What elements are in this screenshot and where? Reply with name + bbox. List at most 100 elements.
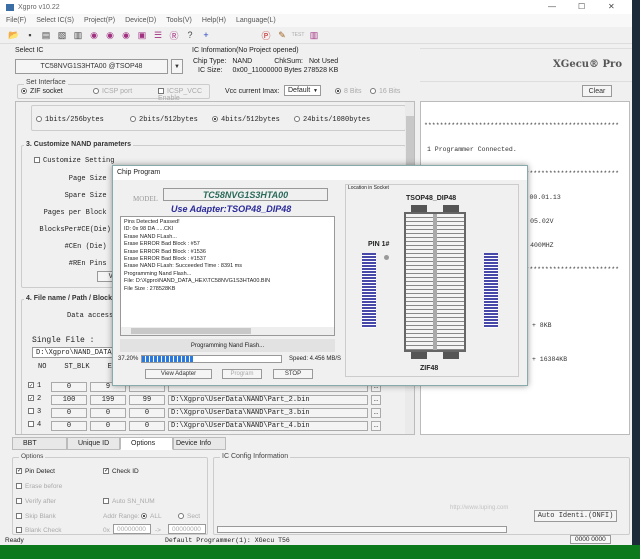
file-row: 3 0 0 0 D:\Xgpro\UserData\NAND\Part_3.bin… [28,408,381,418]
row-st-blk[interactable]: 0 [51,434,87,435]
menu-bar: File(F) Select IC(S) Project(P) Device(D… [0,14,632,27]
blank-check-icon[interactable]: ☰ [152,29,164,41]
ecc-group: 1bits/256bytes 2bits/512bytes 4bits/512b… [31,105,406,131]
browse-button[interactable]: … [371,434,381,435]
maximize-icon[interactable]: ☐ [578,2,585,11]
row-checkbox[interactable]: 4 [28,421,48,431]
dialog-log-line: File: D:\Xgpro\NAND_DATA_HEX\TC58NVG1S3H… [124,278,271,285]
erase-icon[interactable]: ▣ [136,29,148,41]
logic-test-icon[interactable]: ▥ [308,29,320,41]
row-path[interactable]: D:\Xgpro\UserData\NAND\Part_4.bin [168,421,368,431]
chip-info-icon[interactable]: ▥ [72,29,84,41]
select-ic-dropdown[interactable]: ▼ [171,59,183,74]
menu-file[interactable]: File(F) [6,17,26,24]
tab-bbt[interactable]: BBT [12,437,67,450]
browse-button[interactable]: … [371,408,381,418]
menu-device[interactable]: Device(D) [125,17,156,24]
ecc-option-2[interactable]: 2bits/512bytes [130,116,198,124]
view-adapter-button[interactable]: View Adapter [145,369,212,379]
tab-device-info[interactable]: Device Info [173,437,226,450]
save-project-icon[interactable]: ▧ [56,29,68,41]
verify-after-checkbox[interactable]: Verify after [16,498,56,505]
minimize-icon[interactable]: — [548,2,556,11]
select-ic-field[interactable]: TC58NVG1S3HTA00 @TSOP48 [15,59,168,74]
row-end-blk[interactable]: 0 [90,421,126,431]
title-bar: Xgpro v10.22 — ☐ ✕ [0,0,632,14]
8bits-radio[interactable]: 8 Bits [335,88,362,95]
clear-button[interactable]: Clear [582,85,612,97]
help-icon[interactable]: ? [184,29,196,41]
auto-identify-button[interactable]: Auto Identi.(ONFI) [534,510,617,522]
verify-icon[interactable]: ◉ [104,29,116,41]
row-st-blk[interactable]: 0 [51,421,87,431]
read-icon[interactable]: ◉ [88,29,100,41]
ecc-option-1[interactable]: 1bits/256bytes [36,116,104,124]
menu-project[interactable]: Project(P) [84,17,115,24]
row-end-blk[interactable]: 199 [90,395,126,405]
zif-socket-radio[interactable]: ZIF socket [21,88,63,95]
program-icon[interactable]: ◉ [120,29,132,41]
ecc-option-4[interactable]: 24bits/1080bytes [294,116,370,124]
row-end-blk[interactable]: 0 [90,434,126,435]
edit-icon[interactable]: ✎ [276,29,288,41]
stop-button[interactable]: STOP [273,369,313,379]
auto-icon[interactable]: Ⓡ [168,29,180,41]
browse-button[interactable]: … [371,421,381,431]
menu-help[interactable]: Help(H) [202,17,226,24]
customize-checkbox[interactable]: Customize Setting [34,157,114,165]
tab-options[interactable]: Options [120,437,173,450]
row-path[interactable]: D:\Xgpro\UserData\NAND\Part_2.bin [168,395,368,405]
icsp-vcc-checkbox[interactable]: ICSP_VCC Enable [158,88,209,102]
row-count[interactable]: 0 [129,434,165,435]
16bits-radio[interactable]: 16 Bits [370,88,400,95]
ecc-option-3[interactable]: 4bits/512bytes [212,116,280,124]
auto-sn-checkbox[interactable]: Auto SN_NUM [103,498,155,505]
icsp-port-radio[interactable]: ICSP port [93,88,132,95]
row-end-blk[interactable]: 0 [90,408,126,418]
pin-detect-checkbox[interactable]: ✓ Pin Detect [16,468,55,475]
save-icon[interactable]: ▪ [24,29,36,41]
blank-check-checkbox[interactable]: Blank Check [16,527,62,534]
test-icon[interactable]: TEST [292,29,305,41]
log-hscrollbar[interactable] [121,327,334,335]
program-button[interactable]: Program [222,369,262,379]
menu-language[interactable]: Language(L) [236,17,276,24]
addr-all-radio[interactable]: ALL [141,513,162,520]
row-checkbox[interactable]: ✓ 1 [28,382,48,392]
xgecu-logo: XGecu® Pro [553,59,622,70]
add-icon[interactable]: + [200,29,212,41]
addr-sect-radio[interactable]: Sect [178,513,200,520]
menu-select-ic[interactable]: Select IC(S) [36,17,74,24]
row-checkbox[interactable]: 3 [28,408,48,418]
row-path[interactable]: D:\Xgpro\UserData\NAND\Part_3.bin [168,408,368,418]
protect-icon[interactable]: Ⓟ [260,29,272,41]
row-checkbox[interactable]: 5 [28,434,48,435]
row-checkbox[interactable]: ✓ 2 [28,395,48,405]
menu-tools[interactable]: Tools(V) [166,17,192,24]
dialog-log-line: File Size : 278528KB [124,285,176,292]
tab-unique-id[interactable]: Unique ID [67,437,120,450]
row-st-blk[interactable]: 0 [51,382,87,392]
row-count[interactable]: 0 [129,421,165,431]
row-count[interactable]: 99 [129,395,165,405]
erase-before-checkbox[interactable]: Erase before [16,483,62,490]
single-file-label: Single File : [32,336,95,345]
addr-to-input[interactable]: 00000000 [168,524,206,534]
check-id-checkbox[interactable]: ✓ Check ID [103,468,139,475]
progress-bar [141,355,282,363]
vcc-select[interactable]: Default ▼ [284,85,321,96]
open-icon[interactable]: 📂 [8,29,20,41]
skip-blank-checkbox[interactable]: Skip Blank [16,513,56,520]
options-group: Options ✓ Pin Detect ✓ Check ID Erase befo… [12,453,208,535]
browse-button[interactable]: … [371,395,381,405]
brand-area: XGecu® Pro [420,48,632,82]
project-icon[interactable]: ▤ [40,29,52,41]
file-row: 5000D:\Xgpro\UserData\NAND\Part_5.bin… [28,434,381,435]
row-path[interactable]: D:\Xgpro\UserData\NAND\Part_5.bin [168,434,368,435]
row-st-blk[interactable]: 0 [51,408,87,418]
close-icon[interactable]: ✕ [608,2,615,11]
config-progress-bar [217,526,507,533]
row-st-blk[interactable]: 100 [51,395,87,405]
row-count[interactable]: 0 [129,408,165,418]
addr-from-input[interactable]: 00000000 [113,524,151,534]
